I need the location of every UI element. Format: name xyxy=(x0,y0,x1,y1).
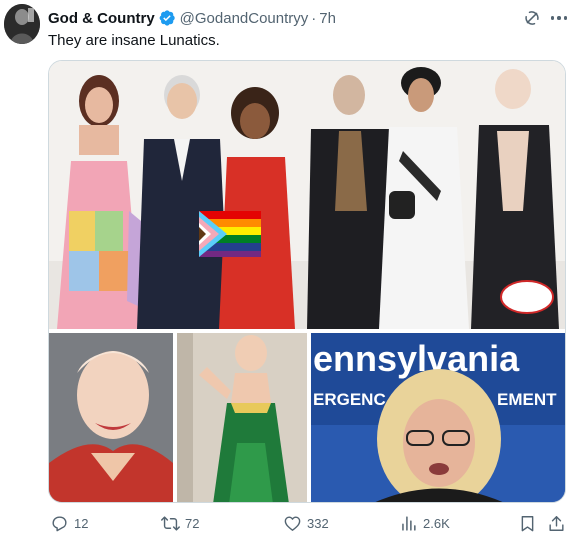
reply-button[interactable]: 12 xyxy=(50,512,88,534)
author-handle[interactable]: @GodandCountryy xyxy=(180,10,309,27)
share-icon xyxy=(549,515,564,531)
repost-icon xyxy=(161,515,180,531)
reply-count: 12 xyxy=(74,515,89,531)
tweet-text: They are insane Lunatics. xyxy=(48,32,220,49)
more-icon[interactable] xyxy=(548,8,570,28)
like-button[interactable]: 332 xyxy=(283,512,329,534)
group-photo xyxy=(49,61,565,329)
views-chart-icon xyxy=(402,515,416,531)
avatar[interactable] xyxy=(4,4,40,44)
avatar-image xyxy=(4,4,40,44)
bookmark-button[interactable] xyxy=(518,512,537,534)
tweet-media[interactable]: ennsylvania ERGENC EMENT xyxy=(48,60,566,503)
sign-line-1: ennsylvania xyxy=(313,338,520,379)
repost-button[interactable]: 72 xyxy=(161,512,199,534)
sign-line-3: EMENT xyxy=(497,390,557,409)
heart-icon xyxy=(284,515,301,531)
sign-line-2: ERGENC xyxy=(313,390,386,409)
share-button[interactable] xyxy=(547,512,566,534)
timestamp[interactable]: 7h xyxy=(319,10,336,27)
press-photo-right: ennsylvania ERGENC EMENT xyxy=(311,333,565,502)
tweet[interactable]: God & Country @GodandCountryy · 7h They … xyxy=(0,0,579,539)
like-count: 332 xyxy=(307,515,329,531)
separator-dot: · xyxy=(311,9,317,27)
grok-icon[interactable] xyxy=(522,8,542,28)
views-button[interactable]: 2.6K xyxy=(399,512,450,534)
tweet-actions: 12 72 332 2.6K xyxy=(48,512,568,534)
bookmark-icon xyxy=(521,515,534,531)
reply-icon xyxy=(52,515,67,531)
verified-badge-icon xyxy=(159,10,175,26)
repost-count: 72 xyxy=(185,515,200,531)
author-name[interactable]: God & Country xyxy=(48,10,155,27)
gown-photo-middle xyxy=(177,333,307,502)
portrait-photo-left xyxy=(49,333,173,502)
tweet-header: God & Country @GodandCountryy · 7h xyxy=(48,8,336,28)
view-count: 2.6K xyxy=(423,515,450,531)
